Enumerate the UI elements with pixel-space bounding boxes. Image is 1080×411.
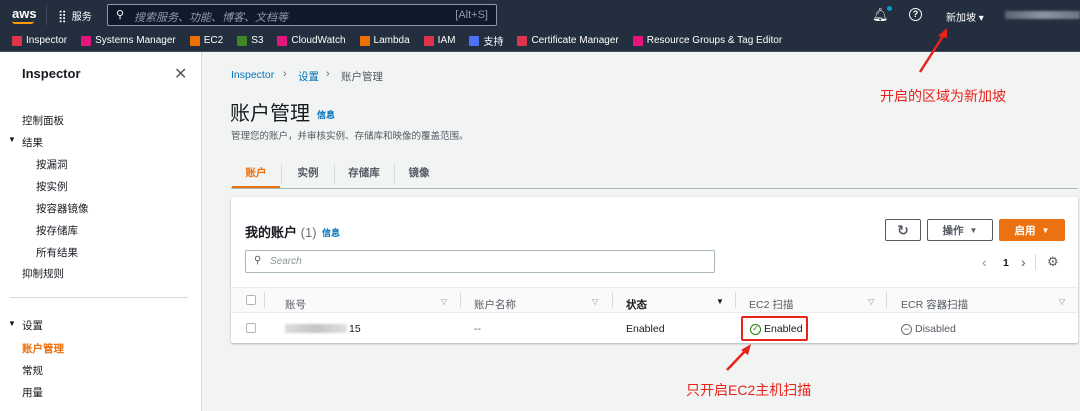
arrowhead-icon xyxy=(938,28,947,38)
arrow-ec2 xyxy=(726,348,748,371)
annotation-arrows xyxy=(726,28,947,371)
annotation-region-text: 开启的区域为新加坡 xyxy=(880,88,1006,104)
annotation-ec2-text: 只开启EC2主机扫描 xyxy=(686,382,812,398)
arrow-region xyxy=(918,32,947,73)
